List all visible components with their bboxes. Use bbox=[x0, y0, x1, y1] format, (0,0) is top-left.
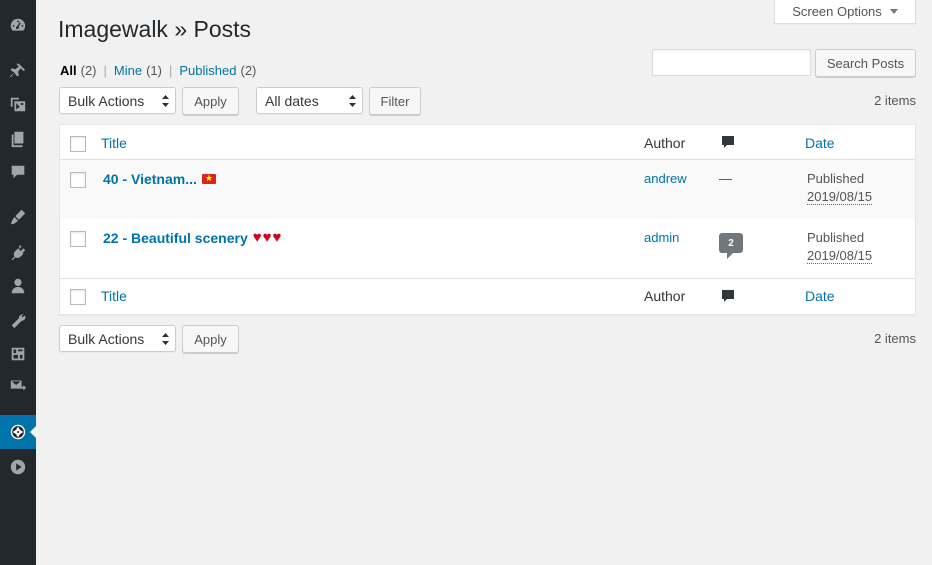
column-date-sort[interactable]: Date bbox=[805, 135, 835, 151]
post-title-text: 40 - Vietnam... bbox=[103, 171, 197, 187]
hearts-emoji: ♥♥♥ bbox=[252, 229, 283, 246]
search-input[interactable] bbox=[652, 49, 811, 76]
filter-separator: | bbox=[103, 63, 107, 78]
filter-separator: | bbox=[168, 63, 173, 78]
dashboard-icon[interactable] bbox=[0, 8, 36, 42]
items-count-top: 2 items bbox=[874, 93, 916, 108]
plugins-icon[interactable] bbox=[0, 235, 36, 269]
pages-icon[interactable] bbox=[0, 122, 36, 156]
page-title: Imagewalk » Posts bbox=[58, 16, 252, 42]
settings-icon[interactable] bbox=[0, 337, 36, 371]
no-comments: — bbox=[719, 171, 732, 186]
imagewalk-aperture-icon[interactable] bbox=[0, 415, 36, 449]
filter-mine-count: (1) bbox=[146, 63, 162, 78]
filter-published-link[interactable]: Published bbox=[179, 63, 236, 78]
comments-icon[interactable] bbox=[0, 155, 36, 189]
post-date: 2019/08/15 bbox=[807, 248, 873, 264]
comment-count-bubble[interactable]: 2 bbox=[719, 233, 743, 259]
caret-down-icon bbox=[889, 9, 898, 14]
filter-published-count: (2) bbox=[240, 63, 257, 78]
table-footer-row: Title Author Date bbox=[60, 278, 915, 315]
users-icon[interactable] bbox=[0, 269, 36, 303]
vietnam-flag-icon bbox=[201, 171, 216, 185]
tools-icon[interactable] bbox=[0, 303, 36, 337]
select-all-checkbox[interactable] bbox=[70, 136, 86, 152]
table-row: 22 - Beautiful scenery ♥♥♥ admin 2 Publi… bbox=[60, 219, 915, 278]
media-icon[interactable] bbox=[0, 87, 36, 121]
post-title-link[interactable]: 40 - Vietnam... bbox=[103, 171, 216, 187]
select-arrows-icon bbox=[162, 333, 169, 345]
status-filters: All (2) | Mine (1) | Published (2) bbox=[60, 63, 256, 78]
comment-icon[interactable] bbox=[721, 289, 735, 303]
column-author-footer: Author bbox=[644, 288, 686, 304]
column-title-sort-footer[interactable]: Title bbox=[101, 288, 127, 304]
filter-all-count: (2) bbox=[80, 63, 97, 78]
apply-button-bottom[interactable]: Apply bbox=[182, 325, 239, 353]
post-title-text: 22 - Beautiful scenery bbox=[103, 229, 248, 246]
post-status: Published bbox=[807, 230, 865, 245]
pin-icon[interactable] bbox=[0, 54, 36, 88]
select-arrows-icon bbox=[162, 95, 169, 107]
author-link[interactable]: admin bbox=[644, 230, 679, 245]
row-checkbox[interactable] bbox=[70, 231, 86, 247]
post-title-link[interactable]: 22 - Beautiful scenery ♥♥♥ bbox=[103, 229, 282, 246]
dates-value: All dates bbox=[265, 92, 319, 109]
row-checkbox[interactable] bbox=[70, 172, 86, 188]
bulk-actions-select-bottom[interactable]: Bulk Actions bbox=[59, 325, 176, 352]
apply-button-top[interactable]: Apply bbox=[182, 87, 239, 115]
screen-options-label: Screen Options bbox=[792, 4, 882, 19]
post-status: Published bbox=[807, 171, 865, 186]
post-date: 2019/08/15 bbox=[807, 189, 873, 205]
appearance-icon[interactable] bbox=[0, 200, 36, 234]
bulk-actions-value: Bulk Actions bbox=[68, 330, 145, 347]
column-title-sort[interactable]: Title bbox=[101, 135, 127, 151]
dates-select[interactable]: All dates bbox=[256, 87, 363, 114]
mail-icon[interactable] bbox=[0, 368, 36, 402]
column-author: Author bbox=[644, 135, 686, 151]
table-row: 40 - Vietnam... andrew — Published 2019/… bbox=[60, 160, 915, 219]
screen-options-button[interactable]: Screen Options bbox=[774, 0, 916, 24]
filter-button[interactable]: Filter bbox=[369, 87, 421, 115]
filter-all-link[interactable]: All bbox=[60, 63, 77, 78]
bulk-actions-select-top[interactable]: Bulk Actions bbox=[59, 87, 176, 114]
search-posts-button[interactable]: Search Posts bbox=[815, 49, 916, 77]
select-all-checkbox-footer[interactable] bbox=[70, 289, 86, 305]
select-arrows-icon bbox=[349, 95, 356, 107]
filter-mine-link[interactable]: Mine bbox=[114, 63, 142, 78]
column-date-sort-footer[interactable]: Date bbox=[805, 288, 835, 304]
items-count-bottom: 2 items bbox=[874, 331, 916, 346]
author-link[interactable]: andrew bbox=[644, 171, 687, 186]
play-icon[interactable] bbox=[0, 450, 36, 484]
posts-table: Title Author Date 40 - Vietnam... andrew… bbox=[59, 124, 916, 315]
comment-icon[interactable] bbox=[721, 135, 735, 149]
admin-sidebar bbox=[0, 0, 36, 565]
bulk-actions-value: Bulk Actions bbox=[68, 92, 145, 109]
table-header-row: Title Author Date bbox=[60, 125, 915, 160]
